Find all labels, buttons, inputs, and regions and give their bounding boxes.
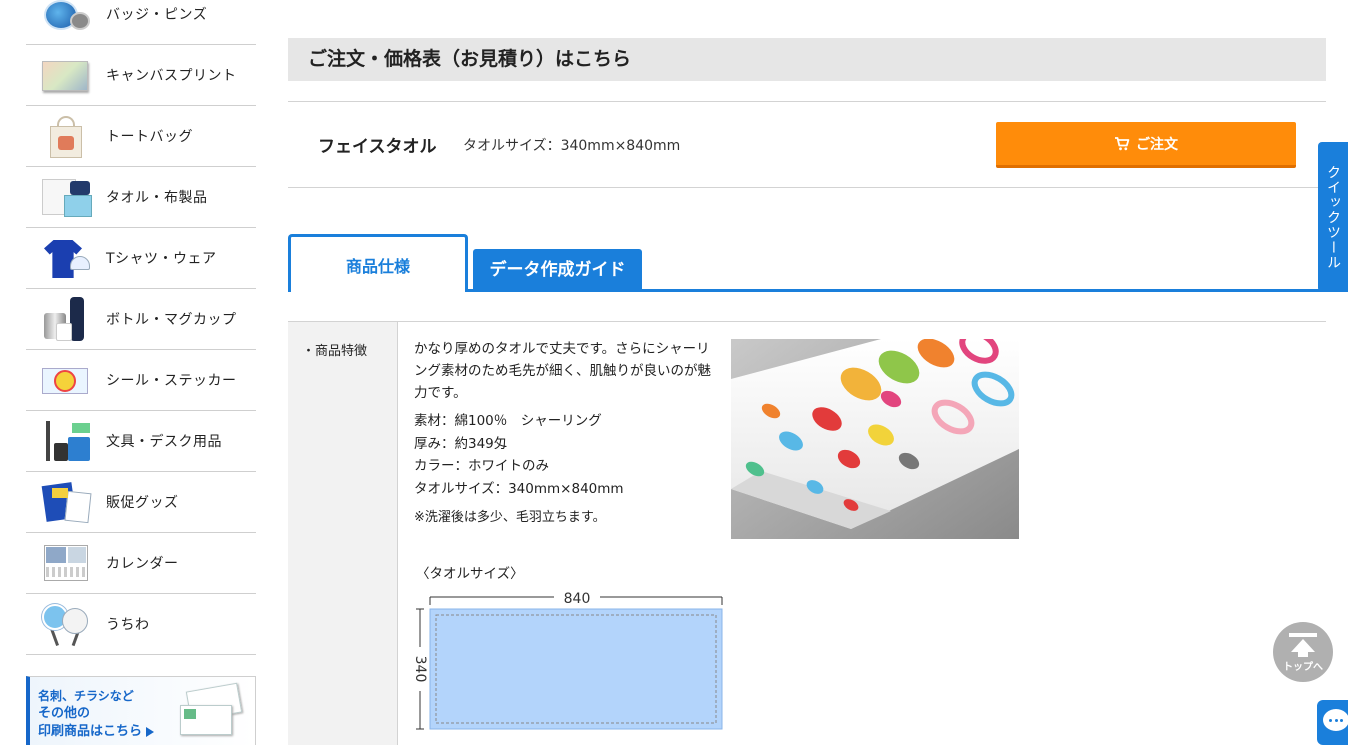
arrow-right-icon xyxy=(146,726,155,737)
sidebar-item-promo[interactable]: 販促グッズ xyxy=(26,472,256,533)
sidebar-item-label: キャンバスプリント xyxy=(106,68,237,84)
tab-product-spec[interactable]: 商品仕様 xyxy=(288,234,468,292)
tshirt-thumbnail-icon xyxy=(40,234,92,282)
sidebar-item-stationery[interactable]: 文具・デスク用品 xyxy=(26,411,256,472)
sidebar-item-label: 販促グッズ xyxy=(106,495,179,511)
spec-label: ・商品特徴 xyxy=(302,344,368,359)
sidebar-item-tshirt[interactable]: Tシャツ・ウェア xyxy=(26,228,256,289)
cart-icon xyxy=(1115,136,1130,150)
spec-description: かなり厚めのタオルで丈夫です。さらにシャーリング素材のため毛先が細く、肌触りが良… xyxy=(414,341,711,401)
diagram-width-label: 840 xyxy=(564,591,591,607)
business-cards-image xyxy=(180,682,252,739)
canvas-thumbnail-icon xyxy=(40,51,92,99)
chat-icon xyxy=(1323,709,1348,731)
stationery-thumbnail-icon xyxy=(40,417,92,465)
tote-thumbnail-icon xyxy=(40,112,92,160)
quick-tool-tab[interactable]: クイックツール xyxy=(1318,142,1348,292)
spec-size: タオルサイズ：340mm×840mm xyxy=(414,480,624,497)
banner-line-1: 名刺、チラシなど xyxy=(38,689,134,703)
sidebar-item-label: トートバッグ xyxy=(106,129,193,145)
order-heading-bar: ご注文・価格表（お見積り）はこちら xyxy=(288,38,1326,81)
banner-line-2: その他の xyxy=(38,706,91,721)
sidebar-item-label: Tシャツ・ウェア xyxy=(106,251,217,267)
sidebar-item-label: うちわ xyxy=(106,617,150,633)
sidebar-item-label: カレンダー xyxy=(106,556,179,572)
back-to-top-label: トップへ xyxy=(1283,662,1323,673)
product-row: フェイスタオル タオルサイズ：340mm×840mm ご注文 xyxy=(288,101,1326,188)
badge-thumbnail-icon xyxy=(40,0,92,38)
towel-size-diagram: 840 340 xyxy=(414,591,723,730)
other-print-products-banner[interactable]: 名刺、チラシなど その他の 印刷商品はこちら xyxy=(26,676,256,745)
back-to-top-button[interactable]: トップへ xyxy=(1273,622,1333,682)
diagram-height-label: 340 xyxy=(414,656,428,683)
spec-list: 素材：綿100％ シャーリング 厚み：約349匁 カラー：ホワイトのみ タオルサ… xyxy=(414,410,714,500)
spec-color: カラー：ホワイトのみ xyxy=(414,458,549,474)
sidebar-item-label: ボトル・マグカップ xyxy=(106,312,237,328)
fan-thumbnail-icon xyxy=(40,600,92,648)
arrow-up-icon xyxy=(1289,633,1317,657)
sticker-thumbnail-icon xyxy=(40,356,92,404)
towel-thumbnail-icon xyxy=(40,173,92,221)
order-button-label: ご注文 xyxy=(1136,135,1178,152)
chat-button[interactable] xyxy=(1317,700,1348,745)
spec-note: ※洗濯後は多少、毛羽立ちます。 xyxy=(414,510,606,525)
sidebar-item-tote[interactable]: トートバッグ xyxy=(26,106,256,167)
order-heading: ご注文・価格表（お見積り）はこちら xyxy=(308,48,632,70)
promo-thumbnail-icon xyxy=(40,478,92,526)
bottle-thumbnail-icon xyxy=(40,295,92,343)
tab-bar: 商品仕様 データ作成ガイド xyxy=(288,234,1326,292)
banner-line-3: 印刷商品はこちら xyxy=(38,724,143,739)
sidebar-item-label: シール・ステッカー xyxy=(106,373,237,389)
diagram-towel-area xyxy=(429,608,723,730)
sidebar-item-badges[interactable]: バッジ・ピンズ xyxy=(26,0,256,45)
spec-table: ・商品特徴 かなり厚めのタオルで丈夫です。さらにシャーリング素材のため毛先が細く… xyxy=(288,321,1326,745)
sidebar-item-calendar[interactable]: カレンダー xyxy=(26,533,256,594)
sidebar-item-fan[interactable]: うちわ xyxy=(26,594,256,655)
banner-text: 名刺、チラシなど その他の 印刷商品はこちら xyxy=(38,687,155,741)
sidebar-item-label: 文具・デスク用品 xyxy=(106,434,222,450)
product-size: タオルサイズ：340mm×840mm xyxy=(463,138,681,154)
product-name: フェイスタオル xyxy=(318,137,437,157)
sidebar-item-label: バッジ・ピンズ xyxy=(106,7,208,23)
calendar-thumbnail-icon xyxy=(40,539,92,587)
towel-product-photo xyxy=(731,339,1019,539)
order-button[interactable]: ご注文 xyxy=(996,122,1296,168)
spec-thickness: 厚み：約349匁 xyxy=(414,435,508,452)
sidebar-item-sticker[interactable]: シール・ステッカー xyxy=(26,350,256,411)
category-sidebar: バッジ・ピンズ キャンバスプリント トートバッグ タオル・布製品 Tシャツ・ウェ… xyxy=(26,0,256,655)
sidebar-item-canvas[interactable]: キャンバスプリント xyxy=(26,45,256,106)
spec-label-column: ・商品特徴 xyxy=(288,322,398,745)
towel-illustration xyxy=(731,339,1019,539)
spec-material: 素材：綿100％ シャーリング xyxy=(414,413,602,429)
size-diagram-caption: 〈タオルサイズ〉 xyxy=(416,566,524,582)
sidebar-item-bottle[interactable]: ボトル・マグカップ xyxy=(26,289,256,350)
tab-data-guide[interactable]: データ作成ガイド xyxy=(473,249,642,292)
sidebar-item-towel[interactable]: タオル・布製品 xyxy=(26,167,256,228)
sidebar-item-label: タオル・布製品 xyxy=(106,190,208,206)
